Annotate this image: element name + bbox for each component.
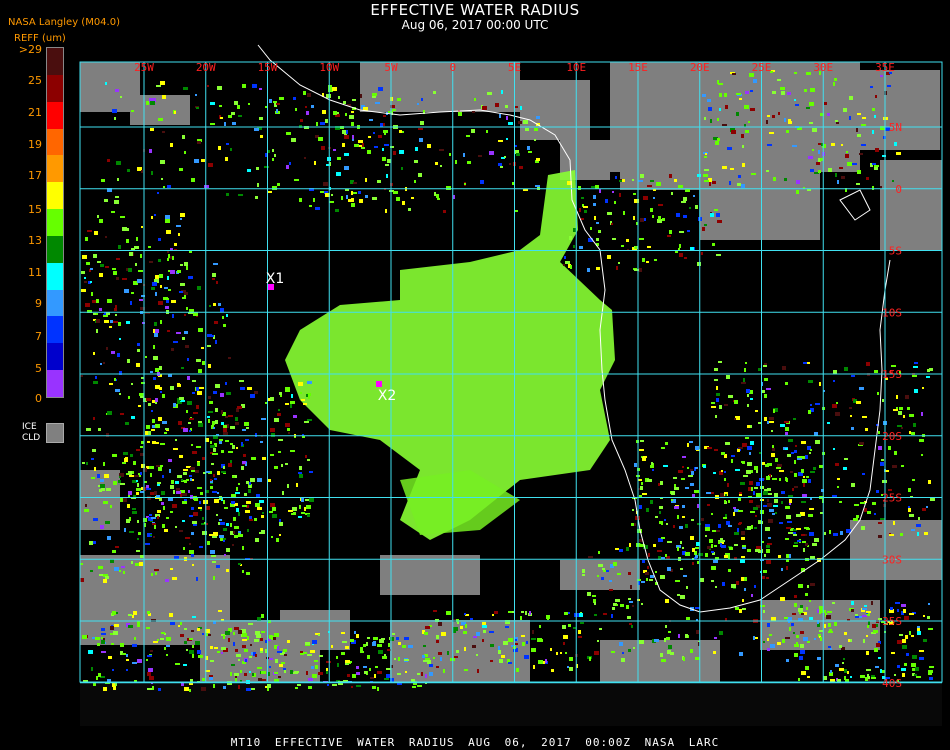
lon-label: 0 — [449, 61, 456, 74]
lon-label: 15W — [258, 61, 278, 74]
lat-label: 35S — [882, 615, 902, 628]
map-background — [80, 62, 942, 726]
lat-label: 0 — [895, 183, 902, 196]
marker-dot — [376, 381, 382, 387]
lat-label: 15S — [882, 368, 902, 381]
lon-label: 35E — [875, 61, 895, 74]
lon-label: 5E — [508, 61, 521, 74]
satellite-map: 25W 20W 15W 10W 5W 0 5E 10E 15E 20E 25E 30E 35E 5N 0 5S… — [79, 44, 943, 726]
lon-label: 20E — [690, 61, 710, 74]
lon-label: 30E — [813, 61, 833, 74]
lat-label: 5N — [889, 121, 902, 134]
lat-label: 30S — [882, 553, 902, 566]
lat-label: 10S — [882, 306, 902, 319]
lon-label: 20W — [196, 61, 216, 74]
lon-label: 10E — [566, 61, 586, 74]
lat-label: 20S — [882, 430, 902, 443]
lat-label: 5S — [889, 245, 902, 258]
footer-caption: MT10 EFFECTIVE WATER RADIUS AUG 06, 2017… — [230, 736, 720, 749]
lat-label: 25S — [882, 492, 902, 505]
marker-label: X1 — [266, 271, 285, 287]
lon-label: 25E — [752, 61, 772, 74]
lon-label: 10W — [319, 61, 339, 74]
marker-label: X2 — [378, 388, 397, 404]
lat-label: 40S — [882, 677, 902, 690]
lon-label: 25W — [134, 61, 154, 74]
lon-label: 5W — [384, 61, 398, 74]
lon-label: 15E — [628, 61, 648, 74]
